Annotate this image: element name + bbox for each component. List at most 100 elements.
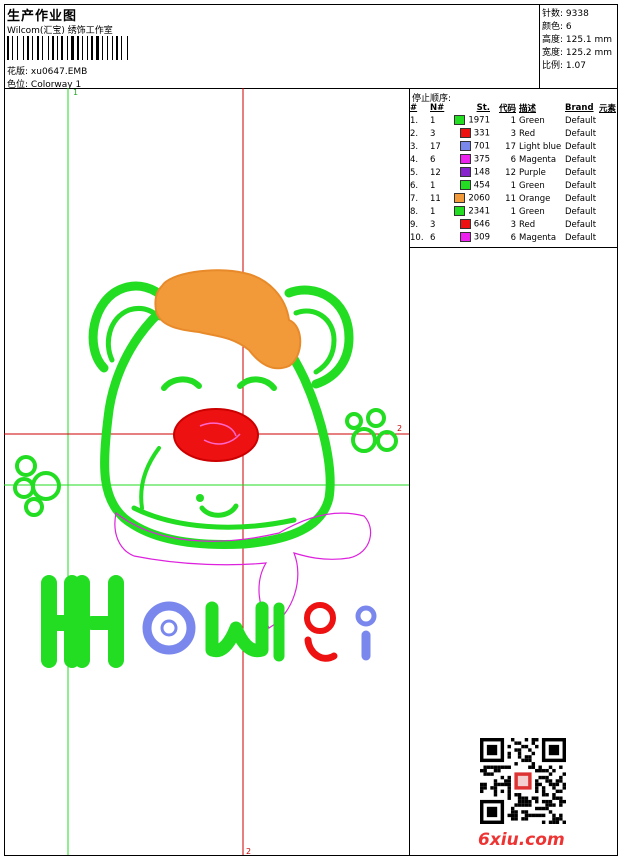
color-stop-row: 8. 1 2341 1 Green Default	[410, 205, 616, 218]
col-code: N#	[430, 103, 445, 113]
barcode-bar	[42, 36, 43, 60]
col-brand: Brand	[565, 103, 594, 113]
design-width: 宽度: 125.2 mm	[542, 48, 613, 58]
letter-w	[205, 601, 269, 658]
qr-module	[517, 751, 522, 756]
orange-hat	[154, 269, 302, 370]
guide-marker-2-right: 2	[397, 424, 402, 433]
color-id: 1	[492, 114, 519, 127]
color-count: 颜色: 6	[542, 22, 572, 32]
stop-number-text: 5.	[410, 167, 419, 178]
qr-module	[504, 779, 508, 783]
thread-code-text: 6	[430, 232, 436, 243]
qr-module	[504, 765, 508, 769]
qr-module	[545, 779, 549, 783]
qr-module	[497, 765, 501, 769]
qr-module	[486, 772, 491, 776]
qr-module	[507, 751, 511, 756]
color-stop-row: 2. 3 331 3 Red Default	[410, 127, 616, 140]
qr-module	[517, 793, 522, 797]
color-description-text: Red	[519, 128, 536, 139]
qr-module	[497, 768, 501, 773]
stop-number: 3.	[410, 140, 430, 153]
qr-module	[552, 817, 556, 821]
qr-module	[510, 810, 515, 814]
col-description: 描述	[519, 104, 537, 114]
qr-module	[562, 782, 566, 787]
qr-module	[555, 817, 560, 821]
hawaii-lettering	[41, 575, 377, 668]
color-id: 3	[492, 127, 519, 140]
embroidery-design-canvas: 1 2 2	[4, 88, 409, 855]
qr-module	[545, 803, 549, 807]
qr-module	[517, 775, 529, 787]
qr-module	[545, 799, 549, 804]
color-description-text: Magenta	[519, 232, 557, 243]
color-swatch	[459, 154, 471, 165]
qr-module	[562, 786, 566, 790]
qr-module	[480, 768, 484, 773]
qr-module	[524, 744, 529, 749]
thread-code: 17	[430, 140, 452, 153]
color-stop-row: 5. 12 148 12 Purple Default	[410, 166, 616, 179]
right-inner-ear	[293, 308, 337, 375]
qr-module	[559, 817, 563, 821]
color-description: Green	[519, 114, 565, 127]
thread-brand: Default	[565, 231, 599, 244]
qr-module	[521, 810, 525, 814]
qr-module	[514, 741, 518, 745]
thread-brand: Default	[565, 140, 599, 153]
qr-module	[548, 820, 553, 824]
qr-module	[548, 772, 553, 776]
thread-brand-text: Default	[565, 115, 597, 126]
qr-module	[535, 806, 539, 811]
barcode-bar	[112, 36, 113, 60]
stop-number: 10.	[410, 231, 430, 244]
qr-module	[524, 755, 529, 759]
qr-module	[545, 793, 549, 797]
qr-module	[555, 779, 560, 783]
qr-module	[507, 796, 511, 800]
qr-module	[552, 796, 556, 800]
qr-module	[490, 786, 494, 790]
qr-module	[528, 755, 532, 759]
color-stop-row: 6. 1 454 1 Green Default	[410, 179, 616, 192]
qr-module	[555, 820, 560, 824]
qr-module	[493, 765, 498, 769]
color-description: Light blue	[519, 140, 565, 153]
col-number: #	[410, 103, 418, 113]
qr-module	[559, 803, 563, 807]
qr-module	[514, 803, 518, 807]
qr-module	[552, 803, 556, 807]
qr-module	[493, 786, 498, 790]
qr-module	[535, 782, 539, 787]
stop-number-text: 9.	[410, 219, 419, 230]
qr-module	[507, 744, 511, 749]
qr-module	[541, 806, 546, 811]
qr-module	[483, 782, 487, 787]
decor-circle	[366, 408, 386, 428]
scale-ratio: 比例: 1.07	[542, 61, 586, 71]
qr-module	[541, 775, 546, 780]
thread-brand-text: Default	[565, 141, 597, 152]
thread-brand: Default	[565, 179, 599, 192]
color-description-text: Purple	[519, 167, 546, 178]
letter-i-red	[304, 602, 336, 634]
qr-module	[497, 782, 501, 787]
qr-module	[531, 751, 536, 756]
decor-circle	[376, 430, 398, 452]
stitch-count-text: 2060	[468, 193, 490, 204]
design-label: 花版:	[7, 67, 29, 77]
qr-module	[531, 813, 536, 818]
thread-brand: Default	[565, 192, 599, 205]
qr-module	[555, 796, 560, 800]
qr-module	[545, 775, 549, 780]
thread-code: 11	[430, 192, 452, 205]
qr-module	[538, 782, 542, 787]
barcode-bar	[32, 36, 33, 60]
color-stop-row: 4. 6 375 6 Magenta Default	[410, 153, 616, 166]
qr-module	[504, 782, 508, 787]
color-id-text: 6	[510, 154, 516, 165]
qr-module	[535, 744, 539, 749]
stitch-count: 701	[452, 140, 492, 153]
